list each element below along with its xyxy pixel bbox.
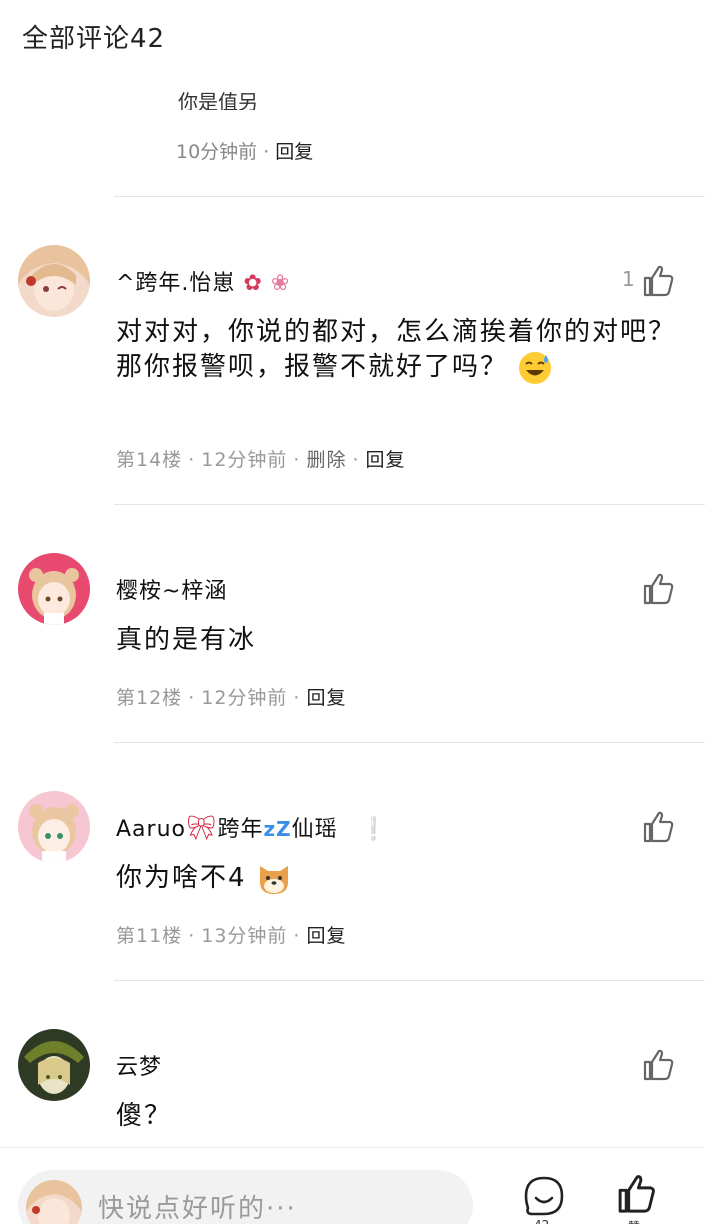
like-label: 赞: [628, 1218, 640, 1224]
comments-header-title: 全部评论42: [22, 24, 166, 54]
thumbs-up-icon[interactable]: [640, 263, 676, 299]
thumbs-up-icon[interactable]: [640, 809, 676, 845]
dog-face-emoji-icon: [257, 862, 291, 896]
comment-bubble-icon[interactable]: [522, 1174, 566, 1218]
comment-text: 你为啥不4: [116, 861, 676, 896]
bouquet-icon: ❀: [270, 271, 291, 296]
comment-text: 对对对，你说的都对，怎么滴挨着你的对吧？那你报警呗，报警不就好了吗？: [116, 315, 676, 385]
input-placeholder: 快说点好听的···: [98, 1194, 297, 1224]
delete-button[interactable]: 删除: [306, 449, 346, 471]
comment-username[interactable]: Aaruo🎀︎跨年zZ仙瑶 ❕: [116, 811, 388, 843]
username-part: Aaruo: [116, 817, 186, 842]
comment-time: 12分钟前: [201, 449, 288, 471]
comment-text-content: 你为啥不4: [116, 863, 247, 893]
floor-number: 第14楼: [116, 449, 183, 471]
comment-meta: 第11楼 · 13分钟前 · 回复: [116, 925, 347, 947]
divider: [114, 196, 705, 197]
like-count: 1: [622, 267, 635, 291]
comment-meta: 第12楼 · 12分钟前 · 回复: [116, 687, 347, 709]
divider: [114, 742, 705, 743]
partial-comment-meta: 10分钟前 · 回复: [176, 141, 314, 163]
user-avatar[interactable]: [18, 791, 90, 863]
tulip-icon: ✿: [243, 271, 263, 296]
sweat-smile-emoji-icon: [518, 351, 552, 385]
comment-meta: 第14楼 · 12分钟前 · 删除 · 回复: [116, 449, 406, 471]
user-avatar[interactable]: [18, 245, 90, 317]
thumbs-up-icon[interactable]: [640, 571, 676, 607]
comment-username[interactable]: 樱桉~梓涵: [116, 573, 227, 605]
comment-username[interactable]: ^跨年.怡崽 ✿ ❀: [116, 265, 290, 297]
username-text: ^跨年.怡崽: [116, 271, 236, 296]
exclamation-icon: ❕: [359, 817, 389, 842]
reply-button[interactable]: 回复: [306, 925, 346, 947]
comment-time: 10分钟前: [176, 141, 258, 163]
comment-text: 真的是有冰: [116, 625, 257, 655]
comment-text: 傻？: [116, 1101, 173, 1131]
comment-text-content: 对对对，你说的都对，怎么滴挨着你的对吧？那你报警呗，报警不就好了吗？: [116, 317, 677, 382]
comment-username[interactable]: 云梦: [116, 1049, 162, 1081]
thumbs-up-icon[interactable]: [614, 1172, 658, 1216]
bottom-action-bar: 快说点好听的··· 42 赞: [0, 1147, 705, 1224]
floor-number: 第12楼: [116, 687, 183, 709]
user-avatar[interactable]: [18, 553, 90, 625]
zzz-icon: zZ: [263, 817, 292, 841]
floor-number: 第11楼: [116, 925, 183, 947]
comment-input[interactable]: 快说点好听的···: [18, 1170, 473, 1224]
comment-time: 13分钟前: [201, 925, 288, 947]
divider: [114, 980, 705, 981]
username-part: 跨年: [217, 817, 264, 842]
reply-button[interactable]: 回复: [306, 687, 346, 709]
my-avatar: [26, 1180, 82, 1224]
username-part: 仙瑶: [291, 817, 338, 842]
reply-button[interactable]: 回复: [275, 141, 313, 163]
reply-button[interactable]: 回复: [366, 449, 406, 471]
divider: [114, 504, 705, 505]
thumbs-up-icon[interactable]: [640, 1047, 676, 1083]
partial-comment-text: 你是值另: [178, 90, 258, 110]
user-avatar[interactable]: [18, 1029, 90, 1101]
comment-count: 42: [534, 1218, 549, 1224]
comment-time: 12分钟前: [201, 687, 288, 709]
ribbon-icon: 🎀︎: [185, 814, 218, 842]
